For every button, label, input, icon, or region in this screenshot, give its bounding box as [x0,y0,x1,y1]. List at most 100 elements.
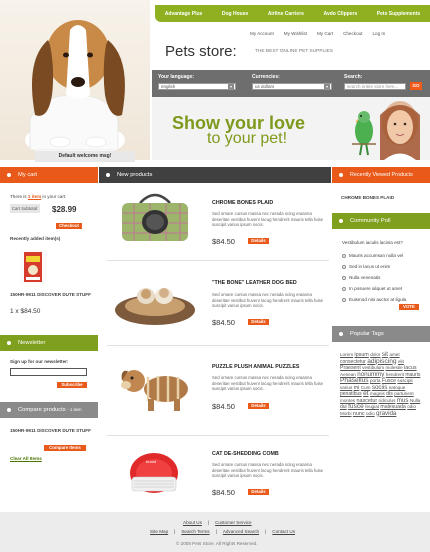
search-terms-link[interactable]: Search Terms [181,529,209,534]
product-image-cat-deshedding-comb[interactable]: brand [118,443,190,499]
store-logo[interactable]: Pets store: [165,43,237,60]
tag-link[interactable]: amet [389,352,399,357]
tag-link[interactable]: feugiat [365,404,379,409]
tag-link[interactable]: mi [354,385,360,391]
product-details-button[interactable]: Details [248,403,269,409]
compare-items-button[interactable]: Compare Items [44,445,86,451]
product-image-the-bone-dog-bed[interactable] [112,270,198,328]
tag-link[interactable]: varius [340,385,352,390]
welcome-message: Default welcome msg! [35,151,135,162]
my-cart-link[interactable]: My Cart [317,31,333,36]
tag-link[interactable]: Nulla [410,398,420,403]
product-title[interactable]: CHROME BONES PLAID [212,200,273,206]
subscribe-button[interactable]: Subscribe [57,382,87,388]
tag-link[interactable]: dui [340,404,347,410]
recently-viewed-item[interactable]: CHROME BONES PLAID [341,195,394,200]
tag-link[interactable]: consectetur [340,359,366,365]
tag-link[interactable]: odio [366,411,375,416]
tag-link[interactable]: Aenean [340,372,356,377]
product-title[interactable]: PUZZLE PLUSH ANIMAL PUZZLES [212,364,299,370]
poll-option-label: Euismod nisi auctor at ligula [349,297,407,302]
log-in-link[interactable]: Log In [372,31,385,36]
poll-option[interactable]: Mauris accumsan nulla vel [342,253,426,264]
tag-link[interactable]: gravida [376,410,396,417]
poll-option[interactable]: Nulla venenatis [342,275,426,286]
poll-option-label: Mauris accumsan nulla vel [349,253,404,258]
tag-link[interactable]: suscipit [397,378,412,383]
site-map-link[interactable]: Site Map [150,529,168,534]
compare-item-name[interactable]: 150HR-9911 DISCOVER DUTE STUFF [10,428,96,434]
search-label: Search: [344,74,363,80]
tag-link[interactable]: Cum [361,385,371,390]
tag-link[interactable]: nunc [353,411,365,417]
tag-link[interactable]: lacus [404,365,417,371]
recent-product-name[interactable]: 150HR-9911 DISCOVER DUTE STUFF [10,292,96,298]
search-go-button[interactable]: GO [410,82,422,90]
poll-option[interactable]: Sed in lacus ut enim [342,264,426,275]
tag-link[interactable]: fusce [348,403,364,410]
tag-link[interactable]: elit [398,359,404,364]
language-select[interactable]: english ▾ [158,83,236,90]
product-details-button[interactable]: Details [248,238,269,244]
radio-icon[interactable] [342,253,346,258]
clear-all-items-link[interactable]: Clear All Items [10,456,42,461]
tag-link[interactable]: porta [370,378,380,383]
tag-link[interactable]: montes [340,398,355,403]
product-image-puzzle-plush[interactable] [112,355,198,417]
recent-product-image[interactable] [20,250,46,284]
tag-link[interactable]: parturient [394,391,413,396]
tag-link[interactable]: odio [407,404,416,409]
product-image-chrome-bones-plaid[interactable] [112,191,198,247]
contact-us-link[interactable]: Contact Us [272,529,295,534]
nav-item-dog-house[interactable]: Dog House [222,11,248,17]
tag-link[interactable]: dolor [370,352,380,357]
cart-items-link[interactable]: 1 item [28,194,41,199]
my-account-link[interactable]: My Account [250,31,274,36]
tag-link[interactable]: penatibus [340,391,362,397]
bullet-icon [339,173,343,177]
about-us-link[interactable]: About Us [183,520,202,525]
currency-select[interactable]: us dollars ▾ [252,83,332,90]
poll-options: Mauris accumsan nulla vel Sed in lacus u… [342,253,426,308]
tag-link[interactable]: et [363,390,369,397]
tag-link[interactable]: ridiculus [379,398,396,403]
tag-link[interactable]: mus [397,397,409,404]
tag-link[interactable]: Phasellus [340,377,369,384]
product-details-button[interactable]: Details [248,489,269,495]
tag-link[interactable]: sociis [372,384,387,391]
radio-icon[interactable] [342,264,346,269]
tag-link[interactable]: natoque [389,385,406,390]
tag-link[interactable]: Lorem [340,352,353,357]
tag-link[interactable]: adipiscing [367,358,396,365]
tag-link[interactable]: dis [386,391,393,397]
nav-item-airline-carriers[interactable]: Airline Carriers [268,11,304,17]
checkout-button[interactable]: Checkout [56,223,82,229]
radio-icon[interactable] [342,297,346,302]
tag-link[interactable]: Morbi [340,411,352,416]
newsletter-email-input[interactable] [10,368,87,376]
cart-intro: There is 1 item in your cart. [10,194,96,199]
tag-link[interactable]: vestibulum [362,365,384,370]
tag-link[interactable]: molestie [386,365,403,370]
nav-item-advantage-plus[interactable]: Advantage Plus [165,11,203,17]
my-wishlist-link[interactable]: My Wishlist [284,31,307,36]
compare-title: Compare products [18,407,66,413]
poll-option[interactable]: In posuere aliquet ut amet [342,286,426,297]
bullet-icon [339,332,343,336]
product-title[interactable]: "THE BONE" LEATHER DOG BED [212,280,297,286]
customer-service-link[interactable]: Customer Service [215,520,252,525]
product-details-button[interactable]: Details [248,319,269,325]
product-price: $84.50 [212,488,235,497]
tag-link[interactable]: magnis [370,391,385,396]
radio-icon[interactable] [342,275,346,280]
advanced-search-link[interactable]: Advanced Search [223,529,259,534]
nav-item-pets-supplements[interactable]: Pets Supplements [377,11,420,17]
tag-link[interactable]: mauris [405,372,420,378]
search-input[interactable]: search entire store here... [344,83,406,90]
nav-item-avdo-clippers[interactable]: Avdo Clippers [324,11,358,17]
checkout-link[interactable]: Checkout [343,31,362,36]
radio-icon[interactable] [342,286,346,291]
vote-button[interactable]: VOTE [399,304,419,310]
tag-link[interactable]: hendrerit [386,372,404,377]
product-title[interactable]: CAT DE-SHEDDING COMB [212,451,279,457]
